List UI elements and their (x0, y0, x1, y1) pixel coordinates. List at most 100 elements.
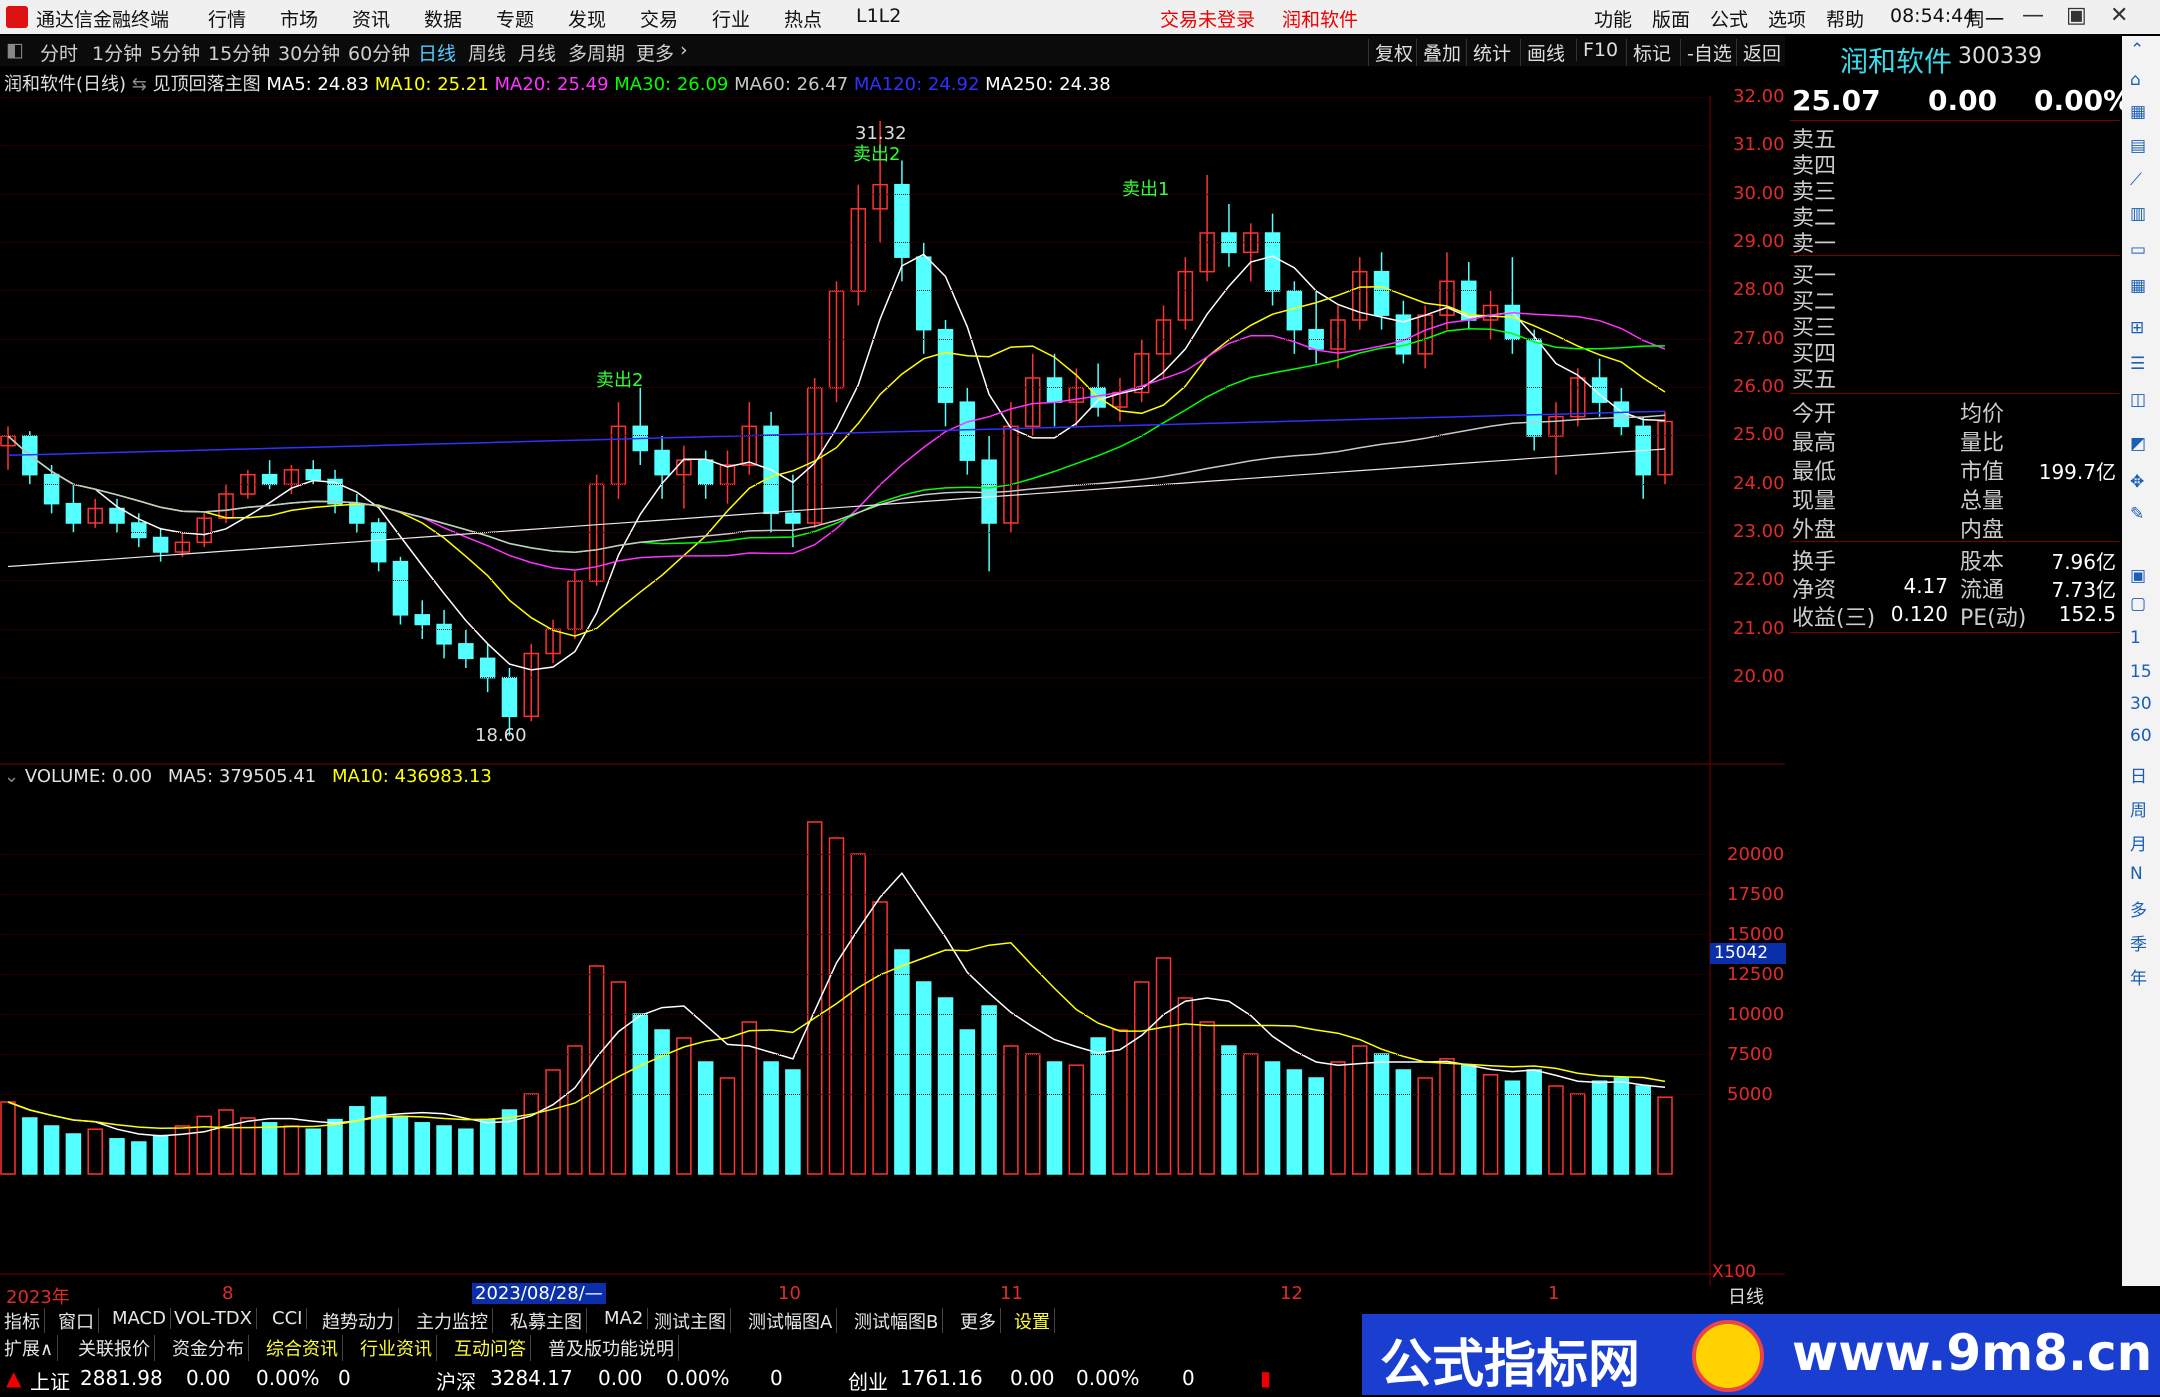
fs-icon[interactable]: ▣ (2130, 566, 2146, 586)
period-tab[interactable]: 周线 (468, 39, 506, 66)
chevron-right-icon[interactable]: › (680, 39, 688, 61)
period-60[interactable]: 60 (2130, 726, 2152, 746)
menu-layout[interactable]: 版面 (1652, 5, 1690, 32)
candle-icon[interactable]: ▥ (2130, 204, 2146, 224)
volume-bar (109, 1138, 125, 1175)
tab-item[interactable]: VOL-TDX (174, 1308, 257, 1329)
f2-icon[interactable]: ◫ (2130, 390, 2146, 410)
tab-item[interactable]: 指标 (4, 1308, 45, 1334)
menu-options[interactable]: 选项 (1768, 5, 1806, 32)
btn-back[interactable]: 返回 (1736, 39, 1781, 66)
period-tab[interactable]: 月线 (518, 39, 556, 66)
chevron-down-icon[interactable]: ⌄ (4, 766, 19, 787)
tab-item[interactable]: MA2 (604, 1308, 649, 1329)
table-icon[interactable]: ▦ (2130, 276, 2146, 296)
doc-icon[interactable]: ▭ (2130, 240, 2146, 260)
tab-item[interactable]: 行业资讯 (360, 1335, 437, 1361)
index-name[interactable]: 上证 (30, 1366, 70, 1395)
tab-item[interactable]: 测试主图 (654, 1308, 731, 1334)
period-n[interactable]: N (2130, 864, 2143, 884)
period-quarter[interactable]: 季 (2130, 930, 2147, 955)
menu-topics[interactable]: 专题 (496, 5, 534, 32)
period-tab[interactable]: 5分钟 (150, 39, 200, 66)
swap-icon[interactable]: ⇆ (132, 74, 147, 95)
tab-item[interactable]: 普及版功能说明 (548, 1335, 679, 1361)
tab-item[interactable]: 测试幅图B (854, 1308, 944, 1334)
tab-item[interactable]: 扩展∧ (4, 1335, 59, 1361)
period-tab[interactable]: 1分钟 (92, 39, 142, 66)
btn-draw[interactable]: 画线 (1520, 39, 1565, 66)
indicator-name[interactable]: 见顶回落主图 (153, 74, 261, 95)
period-week[interactable]: 周 (2130, 796, 2147, 821)
index-name[interactable]: 创业 (848, 1366, 888, 1395)
tab-item[interactable]: 互动问答 (454, 1335, 531, 1361)
list-icon[interactable]: ☰ (2130, 354, 2145, 374)
period-15[interactable]: 15 (2130, 662, 2152, 682)
period-tab[interactable]: 15分钟 (208, 39, 270, 66)
period-tab[interactable]: 60分钟 (348, 39, 410, 66)
tab-item[interactable]: 设置 (1014, 1308, 1055, 1334)
home-icon[interactable]: ⌂ (2130, 70, 2141, 90)
tab-item[interactable]: 综合资讯 (266, 1335, 343, 1361)
tab-item[interactable]: 更多 (960, 1308, 1001, 1334)
volume-bar (676, 1037, 692, 1175)
close-icon[interactable]: ✕ (2110, 3, 2128, 28)
menu-l1l2[interactable]: L1L2 (856, 5, 901, 27)
period-tab[interactable]: 分时 (40, 39, 78, 66)
menu-quotes[interactable]: 行情 (208, 5, 246, 32)
menu-trade[interactable]: 交易 (640, 5, 678, 32)
chart-icon[interactable]: ▤ (2130, 136, 2146, 156)
period-day[interactable]: 日 (2130, 762, 2147, 787)
btn-overlay[interactable]: 叠加 (1416, 39, 1461, 66)
menu-industry[interactable]: 行业 (712, 5, 750, 32)
kline-chart[interactable] (0, 96, 1785, 1286)
maximize-icon[interactable]: ▣ (2066, 3, 2087, 28)
menu-hot[interactable]: 热点 (784, 5, 822, 32)
grid-icon[interactable]: ▦ (2130, 102, 2146, 122)
rsi-icon[interactable]: ◩ (2130, 434, 2146, 454)
period-tab[interactable]: 多周期 (568, 39, 625, 66)
minimize-icon[interactable]: — (2022, 3, 2044, 28)
menu-discover[interactable]: 发现 (568, 5, 606, 32)
candle-body (1046, 377, 1063, 403)
menu-market[interactable]: 市场 (280, 5, 318, 32)
period-1[interactable]: 1 (2130, 628, 2141, 648)
btn-remove-fav[interactable]: -自选 (1680, 39, 1732, 66)
btn-mark[interactable]: 标记 (1626, 39, 1671, 66)
trend-icon[interactable]: ⟋ (2130, 170, 2142, 190)
tab-item[interactable]: 私募主图 (510, 1308, 587, 1334)
period-tab[interactable]: 30分钟 (278, 39, 340, 66)
nav-up-icon[interactable]: ⌃ (2130, 40, 2144, 60)
x-tick: 1 (1548, 1283, 1560, 1304)
menu-formula[interactable]: 公式 (1710, 5, 1748, 32)
menu-function[interactable]: 功能 (1594, 5, 1632, 32)
f10-icon[interactable]: ⊞ (2130, 318, 2144, 338)
tab-item[interactable]: 测试幅图A (748, 1308, 838, 1334)
btn-restore-rights[interactable]: 复权 (1368, 39, 1413, 66)
tab-item[interactable]: 主力监控 (416, 1308, 493, 1334)
tab-item[interactable]: CCI (272, 1308, 308, 1329)
menu-data[interactable]: 数据 (424, 5, 462, 32)
tab-item[interactable]: 趋势动力 (322, 1308, 399, 1334)
menu-news[interactable]: 资讯 (352, 5, 390, 32)
period-month[interactable]: 月 (2130, 830, 2147, 855)
move-icon[interactable]: ✥ (2130, 472, 2144, 492)
tab-item[interactable]: MACD (112, 1308, 171, 1329)
tab-item[interactable]: 关联报价 (78, 1335, 155, 1361)
pen-icon[interactable]: ✎ (2130, 504, 2144, 524)
period-multi[interactable]: 多 (2130, 896, 2147, 921)
login-status[interactable]: 交易未登录 (1160, 5, 1255, 32)
stock-code: 300339 (1958, 44, 2042, 69)
tab-item[interactable]: 资金分布 (172, 1335, 249, 1361)
btn-stats[interactable]: 统计 (1466, 39, 1511, 66)
period-30[interactable]: 30 (2130, 694, 2152, 714)
index-name[interactable]: 沪深 (436, 1366, 476, 1395)
btn-f10[interactable]: F10 (1576, 39, 1618, 61)
period-tab-active[interactable]: 日线 (418, 39, 456, 66)
tab-item[interactable]: 窗口 (58, 1308, 99, 1334)
period-year[interactable]: 年 (2130, 964, 2147, 989)
collapse-icon[interactable]: ◧ (6, 39, 24, 61)
screen-icon[interactable]: ▢ (2130, 594, 2146, 614)
period-more[interactable]: 更多 (636, 39, 674, 66)
menu-help[interactable]: 帮助 (1826, 5, 1864, 32)
